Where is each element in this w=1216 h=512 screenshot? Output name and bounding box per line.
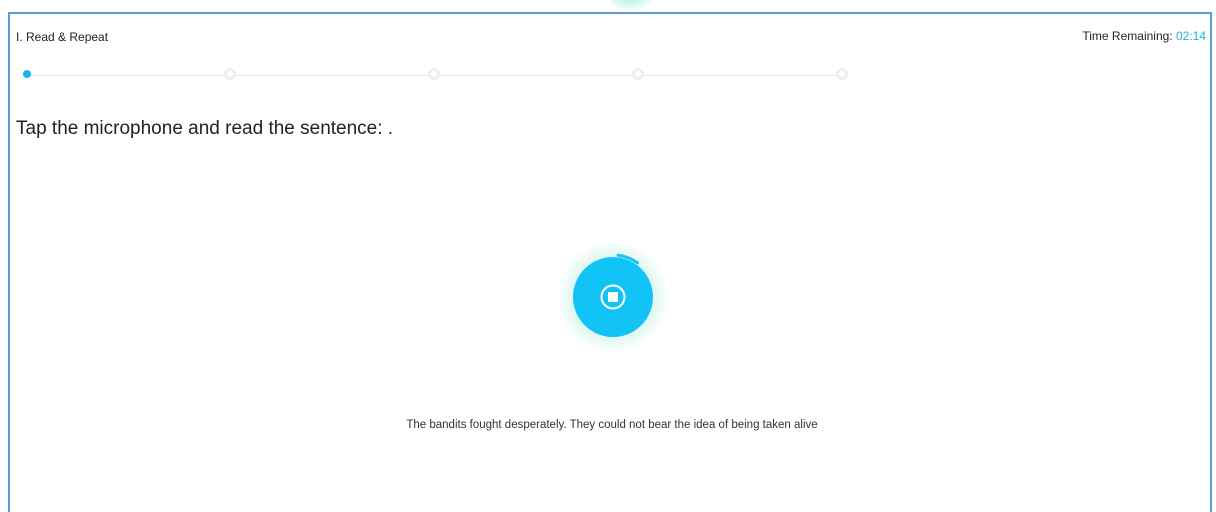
stop-icon <box>600 284 626 310</box>
step-indicator-1 <box>21 68 33 80</box>
progress-stepper <box>10 66 1214 86</box>
top-glow-decoration <box>608 0 652 10</box>
exercise-panel: I. Read & Repeat Time Remaining: 02:14 T… <box>8 12 1212 512</box>
step-indicator-4 <box>632 68 644 80</box>
step-indicator-2 <box>224 68 236 80</box>
stop-recording-button[interactable] <box>573 257 653 337</box>
instruction-text: Tap the microphone and read the sentence… <box>16 118 394 139</box>
recorder-widget <box>558 242 668 352</box>
section-title: I. Read & Repeat <box>16 30 109 44</box>
step-indicator-3 <box>428 68 440 80</box>
timer-label: Time Remaining: <box>1082 29 1176 43</box>
step-indicator-5 <box>836 68 848 80</box>
timer-value: 02:14 <box>1175 29 1206 43</box>
time-remaining: Time Remaining: 02:14 <box>1082 29 1206 43</box>
sentence-text: The bandits fought desperately. They cou… <box>406 419 818 431</box>
